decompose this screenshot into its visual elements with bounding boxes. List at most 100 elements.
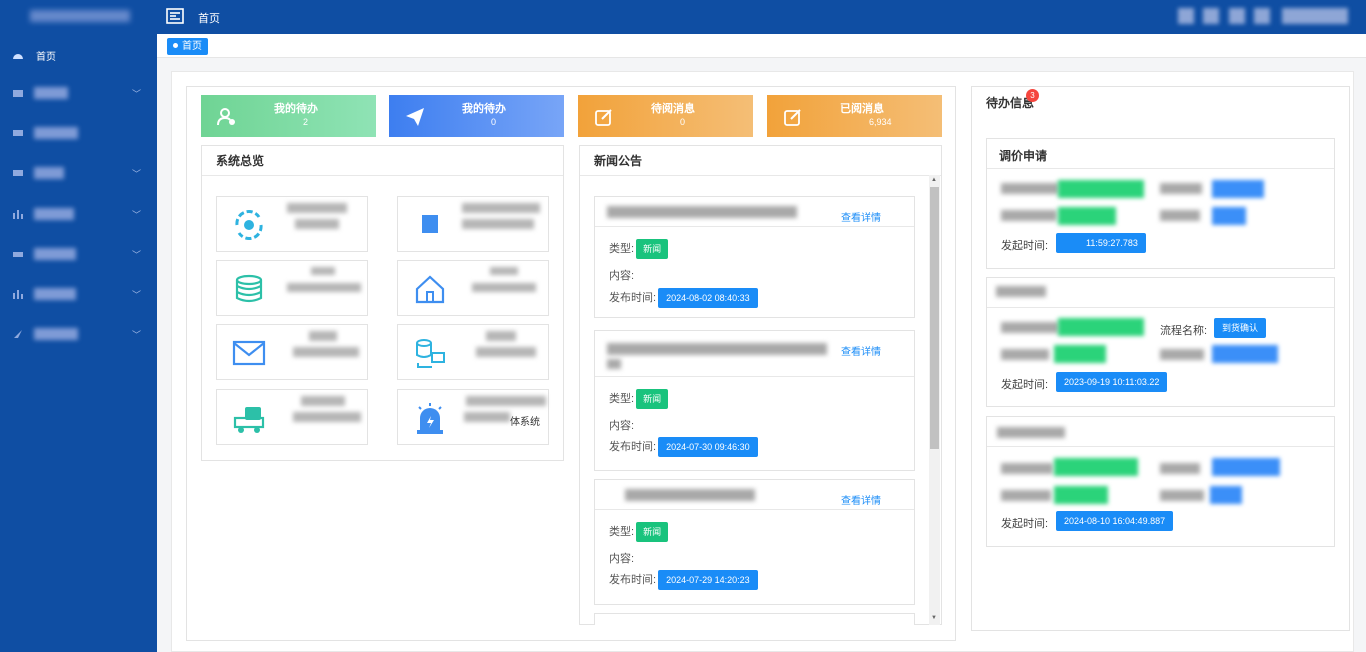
todo-start-label: 发起时间: (1001, 518, 1049, 530)
app-logo (30, 10, 130, 22)
card-title: 系统总览 (202, 146, 563, 176)
stat-title: 已阅消息 (840, 103, 884, 115)
menu-toggle-icon[interactable] (166, 7, 184, 25)
news-time: 2024-07-30 09:46:30 (658, 437, 758, 457)
system-tile[interactable] (216, 196, 368, 252)
todo-flow-label: 流程名称: (1160, 325, 1208, 337)
news-time: 2024-08-02 08:40:33 (658, 288, 758, 308)
sidebar-item-label (34, 248, 76, 260)
todo-start-time: 2023-09-19 10:11:03.22 (1056, 372, 1168, 392)
sidebar: 首页 ﹀ ﹀ ﹀ ﹀ ﹀ ﹀ (0, 34, 157, 652)
header-title: 首页 (198, 13, 220, 25)
stat-card-my-todo-2[interactable]: 我的待办 0 (389, 95, 564, 137)
app-icon (422, 215, 438, 233)
sidebar-item-7[interactable]: ﹀ (0, 275, 157, 313)
system-tile[interactable] (397, 260, 549, 316)
view-detail-link[interactable]: 查看详情 (841, 209, 881, 224)
sidebar-item-home[interactable]: 首页 (0, 36, 157, 74)
user-avatar[interactable] (1282, 8, 1348, 24)
todo-card-title: 调价申请 (987, 139, 1334, 169)
sidebar-item-label: 首页 (36, 51, 56, 63)
sidebar-item-label (34, 87, 68, 99)
top-header: 首页 (0, 0, 1366, 34)
todo-start-label: 发起时间: (1001, 240, 1049, 252)
sidebar-item-label (34, 127, 78, 139)
database-monitor-icon (416, 339, 445, 368)
sidebar-item-3[interactable] (0, 114, 157, 152)
header-action-2[interactable] (1203, 8, 1219, 24)
news-item: 查看详情 类型: 新闻 内容: 发布时间: 2024-07-30 09:46:30 (594, 330, 915, 471)
sidebar-item-2[interactable]: ﹀ (0, 74, 157, 112)
todo-start-time: 11:59:27.783 (1056, 233, 1146, 253)
news-item: 查看详情 类型: 新闻 内容: 发布时间: 2024-08-02 08:40:33 (594, 196, 915, 318)
alarm-icon (417, 403, 443, 434)
todo-count-badge: 3 (1026, 89, 1039, 102)
stat-title: 我的待办 (274, 103, 318, 115)
user-icon (217, 108, 235, 126)
dashboard-icon (13, 54, 23, 59)
system-tile[interactable] (216, 260, 368, 316)
tab-home[interactable]: 首页 (167, 38, 208, 55)
stat-value: 0 (680, 117, 686, 127)
news-type-tag: 新闻 (636, 389, 669, 409)
grid-icon (13, 90, 23, 97)
mail-icon (232, 340, 266, 366)
chevron-down-icon: ﹀ (132, 168, 142, 179)
coin-stack-icon (235, 274, 263, 303)
view-detail-link[interactable]: 查看详情 (841, 343, 881, 358)
stat-card-my-todo[interactable]: 我的待办 2 (201, 95, 376, 137)
card-title: 新闻公告 (580, 146, 941, 176)
edit-icon (784, 109, 801, 126)
chevron-down-icon: ﹀ (132, 289, 142, 300)
bar-chart-icon (13, 210, 23, 219)
bar-chart-icon (13, 290, 23, 299)
shield-icon (13, 130, 23, 136)
chevron-down-icon: ﹀ (132, 88, 142, 99)
news-type-tag: 新闻 (636, 239, 669, 259)
edit-icon (595, 109, 612, 126)
news-scrollbar[interactable]: ▲ ▼ (929, 175, 940, 625)
header-action-4[interactable] (1254, 8, 1270, 24)
stat-card-unread[interactable]: 待阅消息 0 (578, 95, 753, 137)
news-type-tag: 新闻 (636, 522, 669, 542)
stat-title: 待阅消息 (651, 103, 695, 115)
sidebar-item-5[interactable]: ﹀ (0, 195, 157, 233)
header-action-3[interactable] (1229, 8, 1245, 24)
news-item: 查看详情 类型: 新闻 内容: 发布时间: 2024-07-29 14:20:23 (594, 479, 915, 605)
scrollbar-thumb[interactable] (930, 187, 939, 449)
sidebar-item-label (34, 167, 64, 179)
stat-title: 我的待办 (462, 103, 506, 115)
system-tile-name: 体系统 (510, 417, 540, 428)
todo-start-label: 发起时间: (1001, 379, 1049, 391)
system-tile[interactable]: 体系统 (397, 389, 549, 445)
system-tile[interactable] (397, 196, 549, 252)
sidebar-item-6[interactable]: ﹀ (0, 235, 157, 273)
grid-icon (13, 252, 23, 257)
truck-icon (233, 407, 265, 433)
sidebar-item-4[interactable]: ﹀ (0, 154, 157, 192)
view-detail-link[interactable]: 查看详情 (841, 492, 881, 507)
news-time: 2024-07-29 14:20:23 (658, 570, 758, 590)
system-tile[interactable] (216, 324, 368, 380)
system-tile[interactable] (216, 389, 368, 445)
sidebar-item-label (34, 288, 76, 300)
arrow-icon (14, 330, 22, 338)
news-item (594, 613, 915, 625)
chevron-down-icon: ﹀ (132, 209, 142, 220)
stat-card-read[interactable]: 已阅消息 6,934 (767, 95, 942, 137)
header-action-1[interactable] (1178, 8, 1194, 24)
chevron-down-icon: ﹀ (132, 249, 142, 260)
sidebar-item-8[interactable]: ﹀ (0, 315, 157, 353)
system-tile[interactable] (397, 324, 549, 380)
send-icon (406, 108, 424, 126)
stat-value: 2 (303, 117, 309, 127)
tabs-bar: 首页 (157, 34, 1366, 58)
grid-icon (13, 170, 23, 176)
stat-value: 6,934 (869, 117, 892, 127)
todo-start-time: 2024-08-10 16:04:49.887 (1056, 511, 1174, 531)
sidebar-item-label (34, 328, 78, 340)
sidebar-item-label (34, 208, 74, 220)
home-icon (415, 275, 445, 304)
refresh-gear-icon (235, 210, 263, 240)
chevron-down-icon: ﹀ (132, 329, 142, 340)
